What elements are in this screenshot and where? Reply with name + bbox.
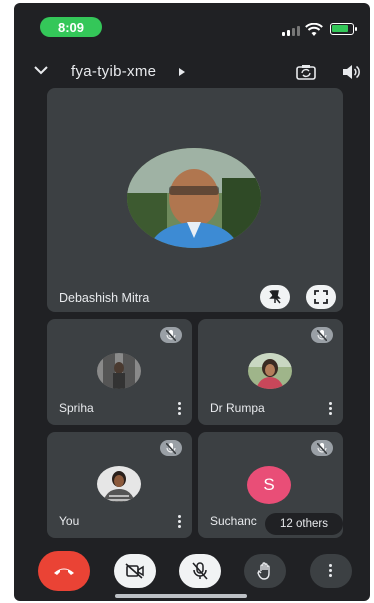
mic-off-icon xyxy=(311,327,333,343)
others-count-button[interactable]: 12 others xyxy=(265,513,343,535)
more-vert-icon[interactable] xyxy=(178,515,182,529)
end-call-icon xyxy=(54,568,74,575)
main-participant-avatar xyxy=(127,148,261,248)
mic-off-icon xyxy=(192,562,208,580)
camera-toggle-button[interactable] xyxy=(114,554,156,588)
participant-avatar xyxy=(248,353,292,389)
participant-avatar xyxy=(97,353,141,389)
caret-right-icon[interactable] xyxy=(179,68,185,76)
chevron-down-icon[interactable] xyxy=(33,64,49,76)
fullscreen-icon[interactable] xyxy=(306,285,336,309)
participant-name: You xyxy=(59,514,80,528)
call-controls xyxy=(14,548,370,594)
status-bar: 8:09 xyxy=(14,3,370,39)
mic-off-icon xyxy=(160,440,182,456)
participant-avatar xyxy=(97,466,141,502)
more-vert-icon[interactable] xyxy=(329,402,333,416)
pin-off-icon[interactable] xyxy=(260,285,290,309)
more-vert-icon xyxy=(329,564,333,578)
participant-tile[interactable]: You xyxy=(47,432,192,538)
participant-name: Suchanc xyxy=(210,514,257,528)
participant-tile[interactable]: S Suchanc 12 others xyxy=(198,432,343,538)
mic-off-icon xyxy=(311,440,333,456)
meet-screen: 8:09 fya-tyib-xme Debashish Mitra Spriha… xyxy=(14,3,370,601)
raise-hand-icon xyxy=(257,562,270,580)
participant-name: Debashish Mitra xyxy=(59,291,150,305)
participant-name: Spriha xyxy=(59,401,94,415)
mic-toggle-button[interactable] xyxy=(179,554,221,588)
signal-icon xyxy=(282,26,300,36)
more-options-button[interactable] xyxy=(310,554,352,588)
raise-hand-button[interactable] xyxy=(244,554,286,588)
meeting-header: fya-tyib-xme xyxy=(14,59,370,87)
participant-tile[interactable]: Spriha xyxy=(47,319,192,425)
home-indicator xyxy=(115,594,247,598)
mic-off-icon xyxy=(160,327,182,343)
main-participant-tile[interactable]: Debashish Mitra xyxy=(47,88,343,312)
wifi-icon xyxy=(305,23,323,36)
camera-off-icon xyxy=(125,563,144,579)
end-call-button[interactable] xyxy=(38,551,90,591)
participant-name: Dr Rumpa xyxy=(210,401,265,415)
status-time: 8:09 xyxy=(40,17,102,37)
meeting-code[interactable]: fya-tyib-xme xyxy=(71,63,156,80)
speaker-icon[interactable] xyxy=(341,64,361,80)
more-vert-icon[interactable] xyxy=(178,402,182,416)
camera-flip-icon[interactable] xyxy=(296,64,316,80)
participant-initial-avatar: S xyxy=(247,466,291,504)
participant-tile[interactable]: Dr Rumpa xyxy=(198,319,343,425)
battery-icon xyxy=(330,23,357,35)
